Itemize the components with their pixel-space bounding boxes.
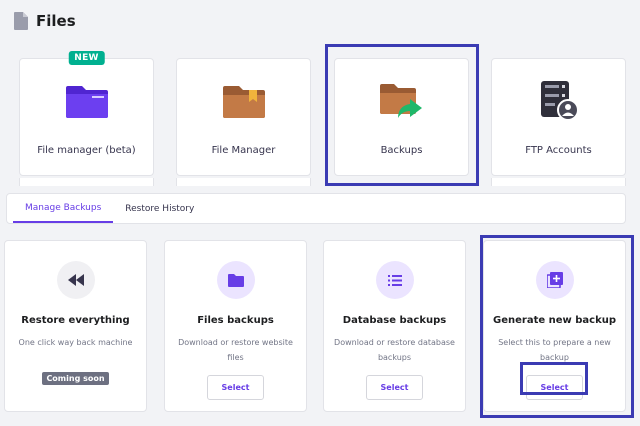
tile-file-manager[interactable]: File Manager	[176, 58, 311, 176]
tab-restore-history[interactable]: Restore History	[113, 194, 206, 223]
coming-soon-badge: Coming soon	[42, 372, 109, 385]
select-files-backups-button[interactable]: Select	[207, 375, 264, 400]
card-title: Database backups	[342, 315, 447, 326]
ftp-server-icon	[535, 79, 583, 123]
highlight-box	[325, 44, 479, 186]
select-database-backups-button[interactable]: Select	[366, 375, 423, 400]
tile-ftp-accounts[interactable]: FTP Accounts	[491, 58, 626, 176]
folder-icon	[216, 261, 255, 299]
tile-shadow	[19, 178, 154, 186]
card-title: Files backups	[197, 315, 274, 326]
card-files-backups: Files backups Download or restore websit…	[164, 240, 307, 412]
page-header: Files	[14, 10, 76, 32]
tile-label: FTP Accounts	[525, 145, 592, 156]
brown-folder-icon	[220, 79, 268, 123]
card-description: Download or restore database backups	[334, 338, 455, 362]
tile-label: File manager (beta)	[37, 145, 136, 156]
tab-bar: Manage Backups Restore History	[6, 193, 626, 224]
highlight-box	[520, 362, 588, 395]
card-title: Restore everything	[21, 315, 130, 326]
purple-folder-icon	[63, 79, 111, 123]
tile-label: File Manager	[211, 145, 276, 156]
card-description: One click way back machine	[18, 338, 133, 347]
card-database-backups: Database backups Download or restore dat…	[323, 240, 466, 412]
tile-shadow	[491, 178, 626, 186]
card-description: Download or restore website files	[178, 338, 293, 362]
card-restore-everything: Restore everything One click way back ma…	[4, 240, 147, 412]
tile-shadow	[176, 178, 311, 186]
list-icon	[375, 261, 414, 299]
document-icon	[14, 12, 28, 30]
rewind-icon	[56, 261, 95, 299]
tab-manage-backups[interactable]: Manage Backups	[13, 194, 114, 223]
new-badge: NEW	[68, 51, 105, 65]
tile-file-manager-beta[interactable]: NEW File manager (beta)	[19, 51, 154, 176]
page-title: Files	[36, 12, 76, 30]
